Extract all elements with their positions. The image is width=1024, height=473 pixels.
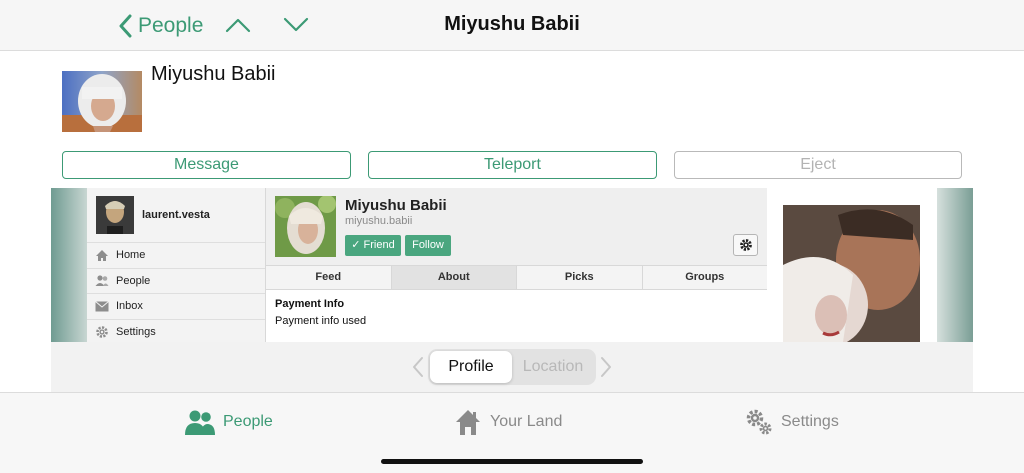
segment-profile[interactable]: Profile bbox=[430, 351, 512, 383]
web-username: laurent.vesta bbox=[142, 209, 210, 221]
tab-your-land-label: Your Land bbox=[490, 413, 563, 430]
web-tab-picks[interactable]: Picks bbox=[517, 266, 643, 289]
web-nav-people[interactable]: People bbox=[87, 269, 265, 294]
teleport-button[interactable]: Teleport bbox=[368, 151, 657, 179]
payment-info-text: Payment info used bbox=[275, 315, 367, 327]
web-picks-column bbox=[767, 188, 937, 342]
web-tab-groups[interactable]: Groups bbox=[643, 266, 768, 289]
web-settings-button[interactable] bbox=[733, 234, 758, 256]
web-profile-header: Miyushu Babii miyushu.babii ✓ Friend Fol… bbox=[266, 188, 767, 265]
envelope-icon bbox=[95, 300, 109, 312]
web-profile-handle: miyushu.babii bbox=[345, 215, 413, 227]
web-nav-inbox-label: Inbox bbox=[116, 300, 143, 313]
avatar bbox=[62, 71, 142, 132]
home-icon bbox=[96, 249, 108, 261]
gears-icon bbox=[746, 409, 772, 435]
web-right-edge bbox=[937, 188, 973, 342]
house-icon bbox=[456, 410, 480, 435]
follow-button[interactable]: Follow bbox=[405, 235, 451, 256]
top-navigation-bar: People Miyushu Babii bbox=[0, 0, 1024, 51]
web-user-card[interactable]: laurent.vesta bbox=[87, 188, 265, 243]
web-tab-feed[interactable]: Feed bbox=[266, 266, 392, 289]
friend-button[interactable]: ✓ Friend bbox=[345, 235, 401, 256]
tab-people-label: People bbox=[223, 413, 273, 430]
gear-icon bbox=[96, 325, 108, 338]
web-profile-name: Miyushu Babii bbox=[345, 197, 447, 214]
web-nav-home[interactable]: Home bbox=[87, 243, 265, 269]
pick-image[interactable] bbox=[783, 205, 920, 342]
web-nav-inbox[interactable]: Inbox bbox=[87, 294, 265, 320]
people-icon bbox=[185, 410, 215, 435]
page-title: Miyushu Babii bbox=[444, 13, 580, 35]
web-tabs: Feed About Picks Groups bbox=[266, 265, 767, 290]
web-nav-settings[interactable]: Settings bbox=[87, 320, 265, 343]
gear-icon bbox=[739, 239, 752, 251]
tab-people[interactable]: People bbox=[185, 407, 273, 437]
web-nav-settings-label: Settings bbox=[116, 325, 156, 338]
web-nav-people-label: People bbox=[116, 274, 151, 287]
tab-settings-label: Settings bbox=[781, 413, 839, 430]
web-profile-picture bbox=[275, 196, 336, 257]
payment-info-heading: Payment Info bbox=[275, 298, 345, 310]
web-sidebar: laurent.vesta Home People Inbox Settings bbox=[87, 188, 266, 342]
profile-location-segmented-control: Profile Location bbox=[428, 349, 596, 385]
web-nav-home-label: Home bbox=[116, 249, 146, 262]
home-indicator bbox=[381, 459, 643, 464]
message-button[interactable]: Message bbox=[62, 151, 351, 179]
segment-location[interactable]: Location bbox=[512, 351, 594, 383]
web-profile-main: Miyushu Babii miyushu.babii ✓ Friend Fol… bbox=[266, 188, 767, 342]
eject-button[interactable]: Eject bbox=[674, 151, 962, 179]
profile-name: Miyushu Babii bbox=[151, 63, 276, 85]
web-profile-view: laurent.vesta Home People Inbox Settings… bbox=[51, 188, 973, 342]
segment-bar: Profile Location bbox=[51, 342, 973, 392]
web-user-avatar bbox=[96, 196, 134, 234]
tab-your-land[interactable]: Your Land bbox=[454, 407, 562, 437]
chevron-right-icon[interactable] bbox=[599, 356, 613, 378]
people-icon bbox=[95, 275, 109, 287]
chevron-left-icon[interactable] bbox=[411, 356, 425, 378]
tab-settings[interactable]: Settings bbox=[745, 407, 839, 437]
web-tab-about[interactable]: About bbox=[391, 266, 517, 289]
